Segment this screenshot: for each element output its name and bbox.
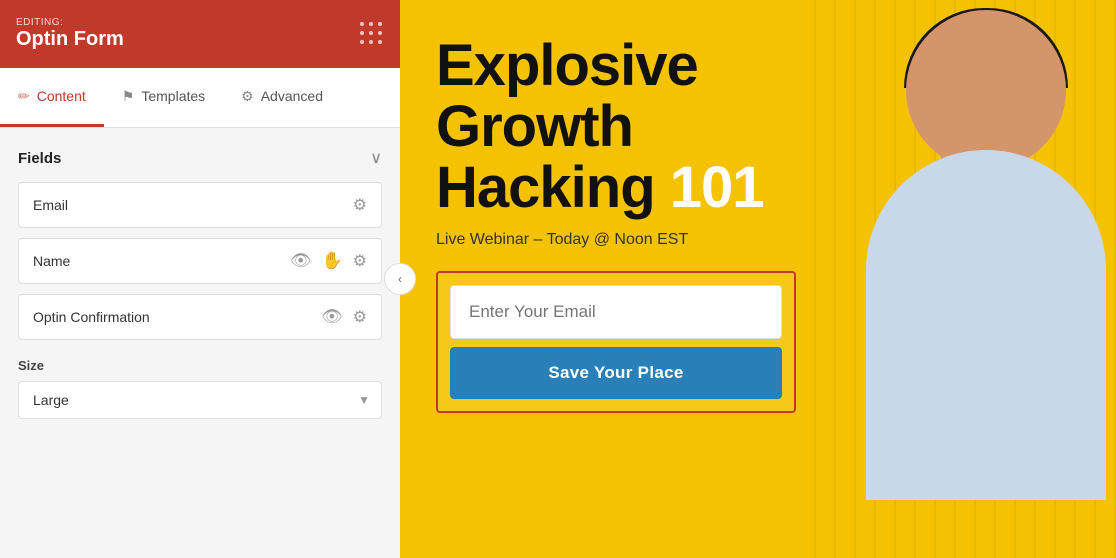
collapse-panel-button[interactable]: ‹: [384, 263, 416, 295]
field-optin-label: Optin Confirmation: [33, 309, 150, 325]
panel-content: Fields ∨ Email ⚙ Name 👁 ✋ ⚙ Optin Confir…: [0, 128, 400, 558]
field-optin-actions: 👁 ⚙: [321, 307, 367, 327]
fields-section-title: Fields: [18, 150, 61, 167]
hero-title-line3-text: Hacking: [436, 155, 655, 220]
field-item-optin: Optin Confirmation 👁 ⚙: [18, 294, 382, 340]
size-label: Size: [18, 358, 382, 373]
eye-off-icon-optin[interactable]: 👁: [321, 307, 343, 327]
field-name-actions: 👁 ✋ ⚙: [290, 251, 367, 271]
field-email-label: Email: [33, 197, 68, 213]
settings-icon-name[interactable]: ⚙: [353, 251, 367, 271]
size-select-wrapper: Small Medium Large Extra Large ▼: [18, 381, 382, 419]
settings-icon-email[interactable]: ⚙: [353, 195, 367, 215]
settings-icon-optin[interactable]: ⚙: [353, 307, 367, 327]
tabs-bar: ✏ Content ⚑ Templates ⚙ Advanced: [0, 68, 400, 128]
hero-title: Explosive Growth Hacking 101: [436, 36, 1116, 219]
tab-advanced[interactable]: ⚙ Advanced: [223, 68, 341, 127]
panel-title: Optin Form: [16, 28, 124, 51]
sliders-icon: ⚙: [241, 88, 254, 105]
left-panel: EDITING: Optin Form ✏ Content ⚑ Template…: [0, 0, 400, 558]
editing-label: EDITING:: [16, 17, 124, 28]
hero-title-line1: Explosive: [436, 36, 1116, 97]
templates-icon: ⚑: [122, 88, 135, 105]
dots-grid-icon[interactable]: [360, 22, 384, 46]
optin-form-area: Save Your Place: [436, 271, 796, 413]
email-input-field[interactable]: [450, 285, 782, 339]
hero-title-line3: Hacking 101: [436, 158, 1116, 219]
panel-header: EDITING: Optin Form: [0, 0, 400, 68]
field-item-name: Name 👁 ✋ ⚙: [18, 238, 382, 284]
field-name-label: Name: [33, 253, 70, 269]
right-panel: Explosive Growth Hacking 101 Live Webina…: [400, 0, 1116, 558]
hero-subtitle: Live Webinar – Today @ Noon EST: [436, 231, 1116, 249]
chevron-down-icon[interactable]: ∨: [370, 148, 382, 168]
field-item-email: Email ⚙: [18, 182, 382, 228]
eye-off-icon-name[interactable]: 👁: [290, 251, 312, 271]
submit-button[interactable]: Save Your Place: [450, 347, 782, 399]
tab-content[interactable]: ✏ Content: [0, 68, 104, 127]
hero-title-line2: Growth: [436, 97, 1116, 158]
tab-content-label: Content: [37, 88, 86, 104]
drag-icon-name[interactable]: ✋: [321, 251, 342, 271]
tab-templates-label: Templates: [141, 88, 205, 104]
tab-templates[interactable]: ⚑ Templates: [104, 68, 223, 127]
fields-section-header: Fields ∨: [18, 148, 382, 168]
panel-header-left: EDITING: Optin Form: [16, 17, 124, 51]
pencil-icon: ✏: [18, 88, 30, 105]
hero-content: Explosive Growth Hacking 101 Live Webina…: [400, 0, 1116, 413]
size-section: Size Small Medium Large Extra Large ▼: [18, 358, 382, 419]
hero-title-highlight: 101: [670, 155, 764, 220]
tab-advanced-label: Advanced: [261, 88, 323, 104]
size-select[interactable]: Small Medium Large Extra Large: [18, 381, 382, 419]
field-email-actions: ⚙: [353, 195, 367, 215]
